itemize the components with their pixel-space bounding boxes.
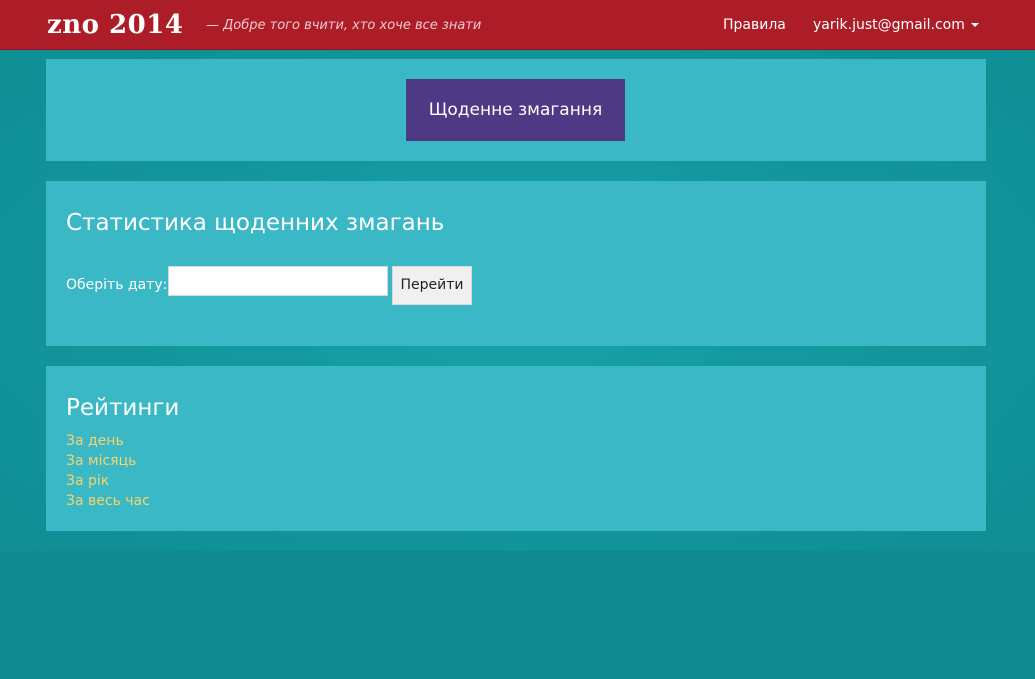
rating-link-all-time[interactable]: За весь час	[66, 491, 150, 511]
go-button[interactable]: Перейти	[392, 266, 472, 305]
user-email: yarik.just@gmail.com	[813, 17, 965, 33]
stats-panel: Статистика щоденних змагань Оберіть дату…	[46, 181, 986, 346]
ratings-panel: Рейтинги За день За місяць За рік За вес…	[46, 366, 986, 531]
ratings-title: Рейтинги	[66, 395, 180, 421]
top-navbar: zno 2014 — Добре того вчити, хто хоче вс…	[0, 0, 1035, 50]
ratings-list: За день За місяць За рік За весь час	[66, 431, 150, 511]
stats-title: Статистика щоденних змагань	[66, 210, 445, 236]
rating-link-year[interactable]: За рік	[66, 471, 150, 491]
rating-link-month[interactable]: За місяць	[66, 451, 150, 471]
rating-link-day[interactable]: За день	[66, 431, 150, 451]
date-input[interactable]	[168, 266, 388, 296]
chevron-down-icon	[970, 23, 979, 27]
nav-rules-link[interactable]: Правила	[723, 16, 786, 34]
brand-tagline: — Добре того вчити, хто хоче все знати	[206, 18, 482, 33]
user-menu-dropdown[interactable]: yarik.just@gmail.com	[813, 16, 979, 34]
daily-competition-button[interactable]: Щоденне змагання	[406, 79, 625, 141]
daily-competition-panel: Щоденне змагання	[46, 59, 986, 161]
date-label: Оберіть дату:	[66, 277, 168, 293]
brand-logo[interactable]: zno 2014	[47, 9, 183, 41]
